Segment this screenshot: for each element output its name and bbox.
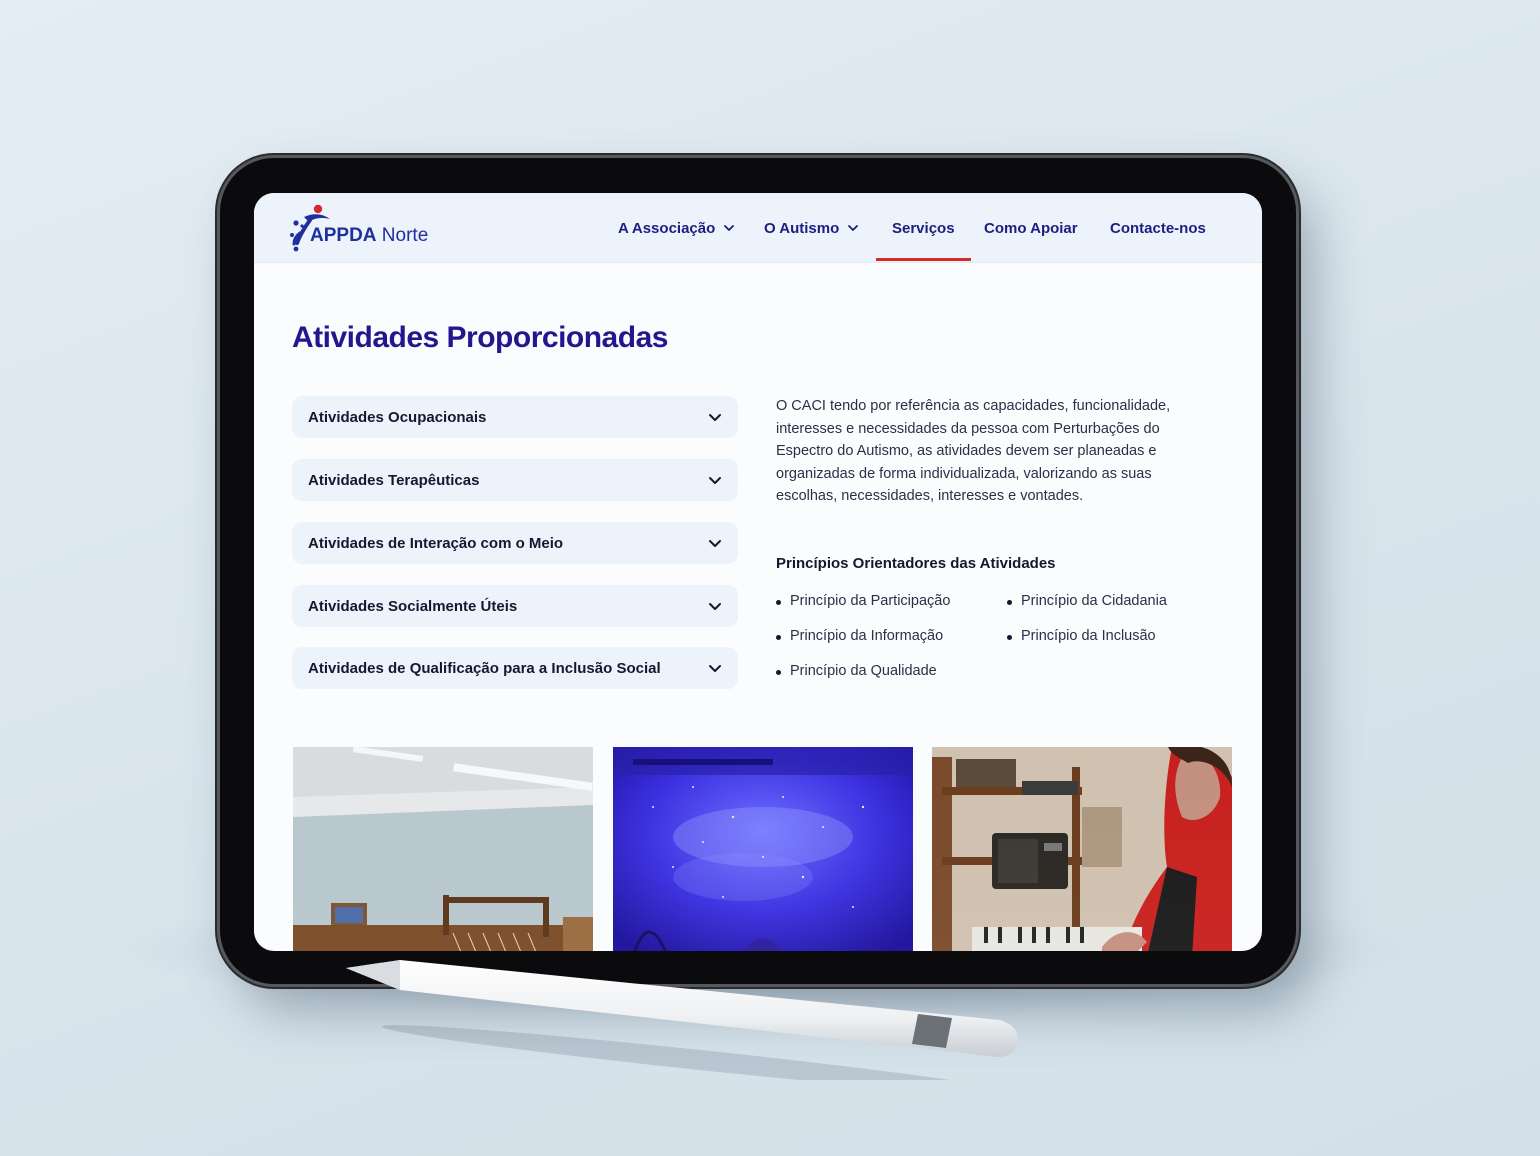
principle-item: Princípio da Informação bbox=[776, 628, 943, 644]
gallery-photo-music bbox=[932, 747, 1232, 951]
music-photo-image bbox=[932, 747, 1232, 951]
nav-item-servicos[interactable]: Serviços bbox=[876, 193, 970, 263]
logo-wordmark: APPDA Norte bbox=[310, 225, 428, 247]
sensory-room-photo-image bbox=[613, 747, 913, 951]
principle-item: Princípio da Qualidade bbox=[776, 663, 937, 679]
accordion-item-socialmente-uteis[interactable]: Atividades Socialmente Úteis bbox=[292, 585, 738, 627]
nav-item-label: Contacte-nos bbox=[1110, 219, 1206, 237]
accordion-item-label: Atividades Ocupacionais bbox=[308, 408, 487, 426]
nav-item-o-autismo[interactable]: O Autismo bbox=[764, 193, 859, 263]
chevron-down-icon bbox=[709, 477, 721, 484]
accordion-item-label: Atividades de Qualificação para a Inclus… bbox=[308, 659, 661, 677]
principle-item: Princípio da Cidadania bbox=[1007, 593, 1167, 609]
nav-item-contacte-nos[interactable]: Contacte-nos bbox=[1110, 193, 1206, 263]
room-photo-image bbox=[293, 747, 593, 951]
logo-wordmark-primary: APPDA bbox=[310, 225, 377, 246]
chevron-down-icon bbox=[724, 225, 735, 231]
principle-item: Princípio da Inclusão bbox=[1007, 628, 1156, 644]
nav-item-label: A Associação bbox=[618, 219, 716, 237]
site-header: APPDA Norte A Associação O Autismo Servi… bbox=[254, 193, 1262, 263]
chevron-down-icon bbox=[848, 225, 859, 231]
screen: APPDA Norte A Associação O Autismo Servi… bbox=[254, 193, 1262, 951]
accordion-item-ocupacionais[interactable]: Atividades Ocupacionais bbox=[292, 396, 738, 438]
nav-item-como-apoiar[interactable]: Como Apoiar bbox=[984, 193, 1078, 263]
gallery-photo-sensory bbox=[613, 747, 913, 951]
principles-heading: Princípios Orientadores das Atividades bbox=[776, 555, 1056, 572]
nav-item-a-associacao[interactable]: A Associação bbox=[618, 193, 735, 263]
accordion-item-label: Atividades Socialmente Úteis bbox=[308, 597, 518, 615]
stylus-pencil bbox=[346, 960, 1019, 1080]
gallery-photo-room bbox=[293, 747, 593, 951]
chevron-down-icon bbox=[709, 540, 721, 547]
accordion-item-terapeuticas[interactable]: Atividades Terapêuticas bbox=[292, 459, 738, 501]
accordion-item-label: Atividades de Interação com o Meio bbox=[308, 534, 564, 552]
chevron-down-icon bbox=[709, 665, 721, 672]
accordion-item-interacao-meio[interactable]: Atividades de Interação com o Meio bbox=[292, 522, 738, 564]
accordion-item-qualificacao[interactable]: Atividades de Qualificação para a Inclus… bbox=[292, 647, 738, 689]
chevron-down-icon bbox=[709, 603, 721, 610]
chevron-down-icon bbox=[709, 414, 721, 421]
accordion-item-label: Atividades Terapêuticas bbox=[308, 471, 480, 489]
nav-item-label: Serviços bbox=[892, 219, 955, 237]
description-paragraph: O CACI tendo por referência as capacidad… bbox=[776, 398, 1171, 505]
page-title: Atividades Proporcionadas bbox=[292, 321, 668, 354]
nav-item-label: O Autismo bbox=[764, 219, 840, 237]
nav-item-label: Como Apoiar bbox=[984, 219, 1078, 237]
site-logo[interactable]: APPDA Norte bbox=[288, 203, 458, 253]
logo-wordmark-secondary: Norte bbox=[381, 225, 429, 246]
principle-item: Princípio da Participação bbox=[776, 593, 950, 609]
